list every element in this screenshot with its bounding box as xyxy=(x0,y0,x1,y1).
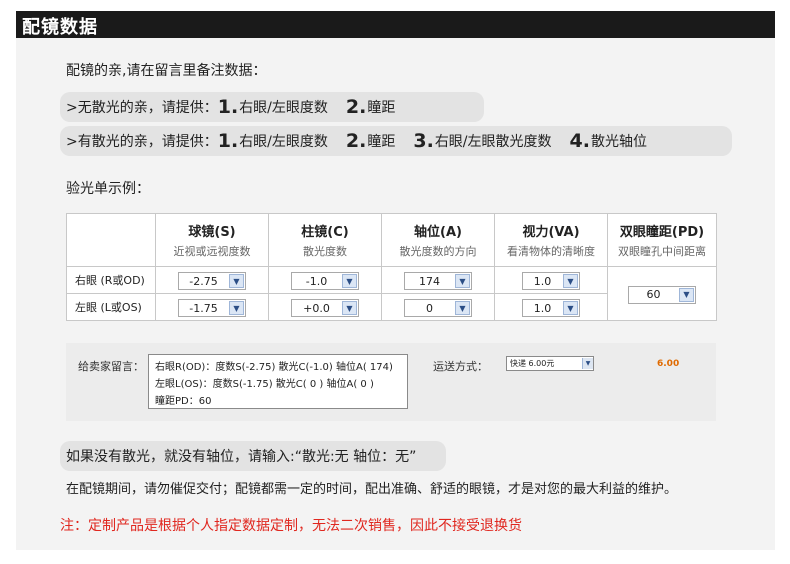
item-text: 右眼/左眼度数 xyxy=(239,134,328,150)
col-header-sphere: 球镜(S) 近视或远视度数 xyxy=(155,213,269,267)
col-title: 柱镜(C) xyxy=(301,225,349,240)
col-header-pd: 双眼瞳距(PD) 双眼瞳孔中间距离 xyxy=(607,213,717,267)
item-number: 2. xyxy=(345,96,367,118)
select-value: -2.75 xyxy=(189,274,218,288)
col-title: 轴位(A) xyxy=(414,225,462,240)
col-subtitle: 散光度数 xyxy=(303,245,347,258)
message-line: 瞳距PD：60 xyxy=(155,396,212,407)
cell-pd: 60 ▼ xyxy=(607,266,717,321)
item-number: 1. xyxy=(217,96,239,118)
cell-sphere: -1.75 ▼ xyxy=(155,293,269,321)
cell-cylinder: -1.0 ▼ xyxy=(268,266,382,294)
message-label: 给卖家留言： xyxy=(78,360,144,373)
item-number: 2. xyxy=(345,130,367,152)
message-textarea[interactable]: 右眼R(OD)：度数S(-2.75) 散光C(-1.0) 轴位A( 174) 左… xyxy=(148,354,408,409)
chevron-down-icon: ▼ xyxy=(563,301,578,316)
table-corner xyxy=(66,213,156,267)
title-bar: 配镜数据 xyxy=(16,11,775,38)
sample-label: 验光单示例： xyxy=(66,181,150,197)
select-value: 快递 6.00元 xyxy=(510,359,555,368)
row-label-right: 右眼 (R或OD) xyxy=(66,266,156,294)
warning-text: 注：定制产品是根据个人指定数据定制，无法二次销售，因此不接受退换货 xyxy=(60,518,522,534)
no-astig-prefix: >无散光的亲，请提供： xyxy=(66,100,218,116)
cell-axis: 0 ▼ xyxy=(381,293,495,321)
select-value: 1.0 xyxy=(533,274,552,288)
col-title: 球镜(S) xyxy=(188,225,236,240)
shipping-select[interactable]: 快递 6.00元 ▼ xyxy=(506,356,594,371)
item-number: 4. xyxy=(569,130,590,152)
item-text: 瞳距 xyxy=(367,100,396,116)
shipping-label: 运送方式： xyxy=(433,360,488,373)
pd-select[interactable]: 60 ▼ xyxy=(628,285,696,304)
cell-sphere: -2.75 ▼ xyxy=(155,266,269,294)
col-subtitle: 双眼瞳孔中间距离 xyxy=(618,245,706,258)
col-header-cylinder: 柱镜(C) 散光度数 xyxy=(268,213,382,267)
intro-text: 配镜的亲,请在留言里备注数据： xyxy=(66,63,267,79)
cyl-select-right[interactable]: -1.0 ▼ xyxy=(291,272,359,291)
astig-prefix: >有散光的亲，请提供： xyxy=(66,134,218,150)
shipping-price: 6.00 xyxy=(657,359,680,369)
select-value: 60 xyxy=(646,288,661,302)
cell-axis: 174 ▼ xyxy=(381,266,495,294)
page-canvas: 配镜数据 配镜的亲,请在留言里备注数据： >无散光的亲，请提供： 1. 右眼/左… xyxy=(0,0,790,564)
order-form-example: 给卖家留言： 右眼R(OD)：度数S(-2.75) 散光C(-1.0) 轴位A(… xyxy=(66,343,716,421)
cyl-select-left[interactable]: +0.0 ▼ xyxy=(291,299,359,318)
item-number: 3. xyxy=(413,130,434,152)
col-header-va: 视力(VA) 看清物体的清晰度 xyxy=(494,213,608,267)
item-text: 右眼/左眼度数 xyxy=(239,100,328,116)
chevron-down-icon: ▼ xyxy=(582,358,593,369)
chevron-down-icon: ▼ xyxy=(455,274,470,289)
select-value: -1.0 xyxy=(305,274,328,288)
sphere-select-right[interactable]: -2.75 ▼ xyxy=(178,272,246,291)
va-select-left[interactable]: 1.0 ▼ xyxy=(522,299,580,318)
table-row: 右眼 (R或OD) -2.75 ▼ -1.0 ▼ 174 ▼ 1.0 ▼ 60 … xyxy=(66,266,717,321)
col-title: 视力(VA) xyxy=(522,225,580,240)
reminder-text: 在配镜期间，请勿催促交付；配镜都需一定的时间，配出准确、舒适的眼镜，才是对您的最… xyxy=(66,482,678,497)
axis-select-left[interactable]: 0 ▼ xyxy=(404,299,472,318)
row-label-left: 左眼 (L或OS) xyxy=(66,293,156,321)
cell-cylinder: +0.0 ▼ xyxy=(268,293,382,321)
select-value: -1.75 xyxy=(189,301,218,315)
col-subtitle: 看清物体的清晰度 xyxy=(507,245,595,258)
chevron-down-icon: ▼ xyxy=(229,301,244,316)
chevron-down-icon: ▼ xyxy=(229,274,244,289)
item-text: 瞳距 xyxy=(367,134,396,150)
page-title: 配镜数据 xyxy=(22,17,98,38)
chevron-down-icon: ▼ xyxy=(455,301,470,316)
select-value: 0 xyxy=(426,301,433,315)
cell-va: 1.0 ▼ xyxy=(494,266,608,294)
select-value: +0.0 xyxy=(303,301,330,315)
chevron-down-icon: ▼ xyxy=(563,274,578,289)
item-text: 右眼/左眼散光度数 xyxy=(434,134,552,150)
select-value: 174 xyxy=(419,274,440,288)
chevron-down-icon: ▼ xyxy=(679,287,694,302)
no-astig-tip: 如果没有散光，就没有轴位，请输入:“散光:无 轴位：无” xyxy=(60,441,446,471)
col-title: 双眼瞳距(PD) xyxy=(619,225,705,240)
prescription-table: 球镜(S) 近视或远视度数 柱镜(C) 散光度数 轴位(A) 散光度数的方向 视… xyxy=(66,213,717,321)
item-text: 散光轴位 xyxy=(590,134,647,150)
sphere-select-left[interactable]: -1.75 ▼ xyxy=(178,299,246,318)
va-select-right[interactable]: 1.0 ▼ xyxy=(522,272,580,291)
cell-va: 1.0 ▼ xyxy=(494,293,608,321)
chevron-down-icon: ▼ xyxy=(342,274,357,289)
col-header-axis: 轴位(A) 散光度数的方向 xyxy=(381,213,495,267)
item-number: 1. xyxy=(217,130,239,152)
axis-select-right[interactable]: 174 ▼ xyxy=(404,272,472,291)
select-value: 1.0 xyxy=(533,301,552,315)
chevron-down-icon: ▼ xyxy=(342,301,357,316)
col-subtitle: 散光度数的方向 xyxy=(399,245,477,258)
no-astig-pill: >无散光的亲，请提供： 1. 右眼/左眼度数 2. 瞳距 xyxy=(60,92,484,122)
message-line: 左眼L(OS)：度数S(-1.75) 散光C( 0 ) 轴位A( 0 ) xyxy=(155,379,374,390)
table-header-row: 球镜(S) 近视或远视度数 柱镜(C) 散光度数 轴位(A) 散光度数的方向 视… xyxy=(66,213,717,267)
col-subtitle: 近视或远视度数 xyxy=(173,245,251,258)
message-line: 右眼R(OD)：度数S(-2.75) 散光C(-1.0) 轴位A( 174) xyxy=(155,362,393,373)
astig-pill: >有散光的亲，请提供： 1. 右眼/左眼度数 2. 瞳距 3. 右眼/左眼散光度… xyxy=(60,126,732,156)
